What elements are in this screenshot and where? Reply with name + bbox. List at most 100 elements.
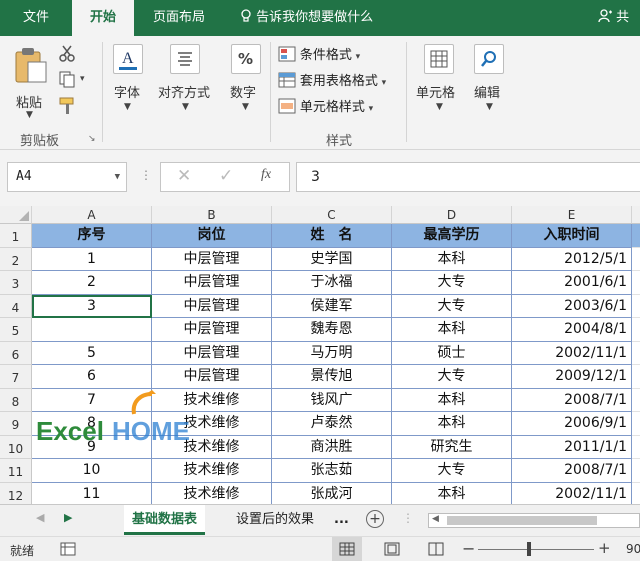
- table-cell[interactable]: [632, 318, 640, 342]
- cancel-icon[interactable]: ✕: [177, 166, 191, 186]
- row-header[interactable]: 2: [0, 247, 32, 271]
- table-cell[interactable]: 2: [32, 271, 152, 295]
- font-button[interactable]: A 字体 ▼: [110, 42, 146, 126]
- column-header[interactable]: B: [152, 206, 272, 224]
- table-cell[interactable]: 中层管理: [152, 318, 272, 342]
- table-header-cell[interactable]: 序号: [32, 224, 152, 248]
- row-header[interactable]: 1: [0, 224, 32, 248]
- more-options-icon[interactable]: ⋮: [140, 168, 152, 182]
- table-cell[interactable]: [32, 318, 152, 342]
- dialog-launcher-icon[interactable]: ↘: [88, 134, 96, 144]
- zoom-slider[interactable]: [478, 549, 594, 550]
- table-header-cell[interactable]: 姓 名: [272, 224, 392, 248]
- row-header[interactable]: 6: [0, 341, 32, 365]
- table-cell[interactable]: [632, 294, 640, 318]
- table-cell[interactable]: 史学国: [272, 247, 392, 271]
- share-button[interactable]: 共: [598, 0, 629, 36]
- page-layout-view-icon[interactable]: [384, 542, 400, 559]
- table-cell[interactable]: 本科: [392, 412, 512, 436]
- sheet-tab-more[interactable]: ...: [326, 505, 357, 535]
- table-cell[interactable]: [632, 388, 640, 412]
- column-header[interactable]: E: [512, 206, 632, 224]
- table-cell[interactable]: 研究生: [392, 435, 512, 459]
- table-cell[interactable]: 1: [32, 247, 152, 271]
- row-header[interactable]: 9: [0, 412, 32, 436]
- name-box[interactable]: A4 ▼: [7, 162, 127, 192]
- table-cell[interactable]: 侯建军: [272, 294, 392, 318]
- alignment-button[interactable]: 对齐方式 ▼: [156, 42, 218, 126]
- cell-styles-button[interactable]: 单元格样式 ▾: [278, 96, 373, 116]
- table-header-cell[interactable]: 入职时间: [512, 224, 632, 248]
- table-cell[interactable]: 7: [32, 388, 152, 412]
- table-cell[interactable]: 10: [32, 459, 152, 483]
- table-cell[interactable]: 2008/7/1: [512, 459, 632, 483]
- row-header[interactable]: 5: [0, 318, 32, 342]
- table-cell[interactable]: 8: [32, 412, 152, 436]
- sheet-tab-basic-data[interactable]: 基础数据表: [124, 505, 206, 535]
- zoom-out-icon[interactable]: −: [462, 539, 475, 558]
- table-cell[interactable]: 11: [32, 482, 152, 504]
- column-header[interactable]: C: [272, 206, 392, 224]
- cells-button[interactable]: 单元格 ▼: [414, 42, 464, 126]
- table-cell[interactable]: 大专: [392, 365, 512, 389]
- tell-me-box[interactable]: 告诉我你想要做什么: [240, 0, 373, 36]
- table-cell[interactable]: 硕士: [392, 341, 512, 365]
- table-cell[interactable]: 中层管理: [152, 341, 272, 365]
- table-cell[interactable]: 3: [32, 294, 152, 318]
- table-cell[interactable]: [632, 365, 640, 389]
- table-cell[interactable]: 2002/11/1: [512, 482, 632, 504]
- table-cell[interactable]: 2004/8/1: [512, 318, 632, 342]
- table-cell[interactable]: 大专: [392, 294, 512, 318]
- table-cell[interactable]: [632, 247, 640, 271]
- formula-input[interactable]: 3: [296, 162, 640, 192]
- column-header[interactable]: [632, 206, 640, 224]
- scroll-left-arrow-icon[interactable]: ◀: [432, 514, 439, 524]
- table-cell[interactable]: 2009/12/1: [512, 365, 632, 389]
- table-cell[interactable]: 大专: [392, 271, 512, 295]
- table-cell[interactable]: [632, 435, 640, 459]
- tab-file[interactable]: 文件: [0, 0, 72, 36]
- table-cell[interactable]: 本科: [392, 247, 512, 271]
- table-cell[interactable]: 中层管理: [152, 247, 272, 271]
- row-header[interactable]: 7: [0, 365, 32, 389]
- row-header[interactable]: 11: [0, 459, 32, 483]
- macro-record-icon[interactable]: [60, 542, 76, 559]
- table-cell[interactable]: 卢泰然: [272, 412, 392, 436]
- format-as-table-button[interactable]: 套用表格格式 ▾: [278, 70, 386, 90]
- table-cell[interactable]: 本科: [392, 482, 512, 504]
- horizontal-scrollbar[interactable]: ◀: [428, 513, 640, 528]
- table-cell[interactable]: 张成河: [272, 482, 392, 504]
- column-header[interactable]: A: [32, 206, 152, 224]
- chevron-down-icon[interactable]: ▼: [115, 163, 120, 191]
- zoom-level[interactable]: 90: [626, 542, 640, 556]
- table-cell[interactable]: 2002/11/1: [512, 341, 632, 365]
- table-cell[interactable]: 6: [32, 365, 152, 389]
- conditional-format-button[interactable]: 条件格式 ▾: [278, 44, 360, 64]
- table-header-cell[interactable]: 最高学历: [392, 224, 512, 248]
- table-cell[interactable]: [632, 412, 640, 436]
- table-cell[interactable]: [632, 482, 640, 504]
- table-cell[interactable]: 中层管理: [152, 294, 272, 318]
- scroll-right-icon[interactable]: ▶: [64, 511, 72, 524]
- row-header[interactable]: 4: [0, 294, 32, 318]
- number-button[interactable]: % 数字 ▼: [226, 42, 266, 126]
- scroll-left-icon[interactable]: ◀: [36, 511, 44, 524]
- confirm-icon[interactable]: ✓: [219, 166, 233, 186]
- add-sheet-icon[interactable]: +: [366, 510, 384, 528]
- table-cell[interactable]: [632, 459, 640, 483]
- row-header[interactable]: 8: [0, 388, 32, 412]
- table-cell[interactable]: 2008/7/1: [512, 388, 632, 412]
- table-cell[interactable]: 钱风广: [272, 388, 392, 412]
- table-header-cell[interactable]: 岗位: [152, 224, 272, 248]
- row-header[interactable]: 12: [0, 482, 32, 504]
- table-cell[interactable]: 技术维修: [152, 412, 272, 436]
- tab-split-handle[interactable]: ⋮: [402, 511, 414, 525]
- tab-home[interactable]: 开始: [72, 0, 134, 36]
- scroll-thumb[interactable]: [447, 516, 597, 525]
- paste-button[interactable]: 粘贴 ▼: [10, 44, 50, 120]
- normal-view-icon[interactable]: [332, 537, 362, 561]
- table-cell[interactable]: 张志茹: [272, 459, 392, 483]
- table-cell[interactable]: 中层管理: [152, 271, 272, 295]
- table-cell[interactable]: 景传旭: [272, 365, 392, 389]
- column-header[interactable]: D: [392, 206, 512, 224]
